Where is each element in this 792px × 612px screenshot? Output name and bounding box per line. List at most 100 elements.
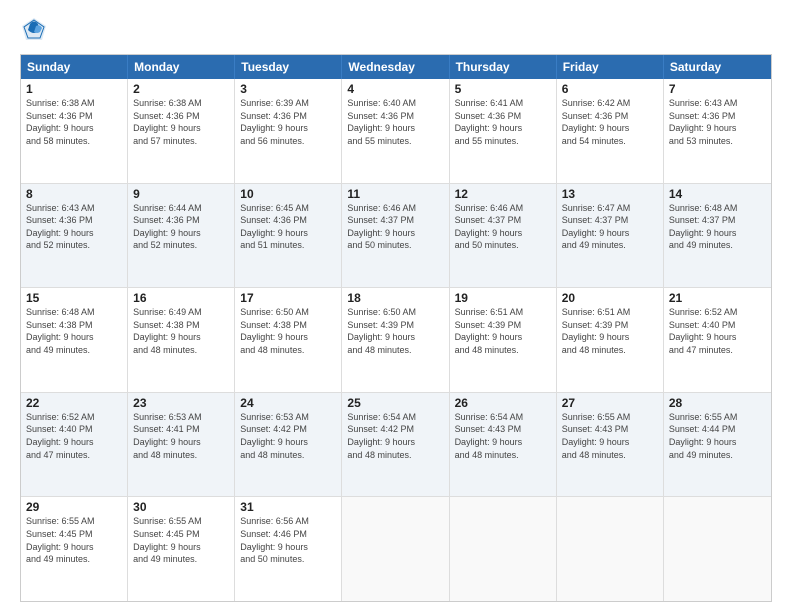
day-info: Sunrise: 6:52 AM Sunset: 4:40 PM Dayligh… <box>26 411 122 461</box>
day-info: Sunrise: 6:55 AM Sunset: 4:44 PM Dayligh… <box>669 411 766 461</box>
day-cell-2: 2Sunrise: 6:38 AM Sunset: 4:36 PM Daylig… <box>128 79 235 183</box>
day-info: Sunrise: 6:53 AM Sunset: 4:42 PM Dayligh… <box>240 411 336 461</box>
day-info: Sunrise: 6:41 AM Sunset: 4:36 PM Dayligh… <box>455 97 551 147</box>
day-cell-25: 25Sunrise: 6:54 AM Sunset: 4:42 PM Dayli… <box>342 393 449 497</box>
header-day-tuesday: Tuesday <box>235 55 342 79</box>
day-info: Sunrise: 6:54 AM Sunset: 4:42 PM Dayligh… <box>347 411 443 461</box>
day-number: 20 <box>562 291 658 305</box>
day-number: 1 <box>26 82 122 96</box>
header <box>20 16 772 44</box>
day-info: Sunrise: 6:50 AM Sunset: 4:38 PM Dayligh… <box>240 306 336 356</box>
day-info: Sunrise: 6:49 AM Sunset: 4:38 PM Dayligh… <box>133 306 229 356</box>
calendar: SundayMondayTuesdayWednesdayThursdayFrid… <box>20 54 772 602</box>
day-number: 3 <box>240 82 336 96</box>
day-number: 9 <box>133 187 229 201</box>
calendar-row-3: 22Sunrise: 6:52 AM Sunset: 4:40 PM Dayli… <box>21 392 771 497</box>
day-number: 28 <box>669 396 766 410</box>
empty-cell <box>342 497 449 601</box>
day-cell-27: 27Sunrise: 6:55 AM Sunset: 4:43 PM Dayli… <box>557 393 664 497</box>
day-cell-28: 28Sunrise: 6:55 AM Sunset: 4:44 PM Dayli… <box>664 393 771 497</box>
day-cell-24: 24Sunrise: 6:53 AM Sunset: 4:42 PM Dayli… <box>235 393 342 497</box>
day-number: 4 <box>347 82 443 96</box>
day-info: Sunrise: 6:47 AM Sunset: 4:37 PM Dayligh… <box>562 202 658 252</box>
day-cell-16: 16Sunrise: 6:49 AM Sunset: 4:38 PM Dayli… <box>128 288 235 392</box>
day-cell-3: 3Sunrise: 6:39 AM Sunset: 4:36 PM Daylig… <box>235 79 342 183</box>
day-cell-7: 7Sunrise: 6:43 AM Sunset: 4:36 PM Daylig… <box>664 79 771 183</box>
day-number: 18 <box>347 291 443 305</box>
day-number: 29 <box>26 500 122 514</box>
day-number: 22 <box>26 396 122 410</box>
day-info: Sunrise: 6:54 AM Sunset: 4:43 PM Dayligh… <box>455 411 551 461</box>
day-number: 7 <box>669 82 766 96</box>
page: SundayMondayTuesdayWednesdayThursdayFrid… <box>0 0 792 612</box>
day-cell-19: 19Sunrise: 6:51 AM Sunset: 4:39 PM Dayli… <box>450 288 557 392</box>
header-day-saturday: Saturday <box>664 55 771 79</box>
day-cell-18: 18Sunrise: 6:50 AM Sunset: 4:39 PM Dayli… <box>342 288 449 392</box>
day-number: 21 <box>669 291 766 305</box>
header-day-wednesday: Wednesday <box>342 55 449 79</box>
day-info: Sunrise: 6:48 AM Sunset: 4:37 PM Dayligh… <box>669 202 766 252</box>
day-info: Sunrise: 6:42 AM Sunset: 4:36 PM Dayligh… <box>562 97 658 147</box>
day-cell-1: 1Sunrise: 6:38 AM Sunset: 4:36 PM Daylig… <box>21 79 128 183</box>
calendar-row-4: 29Sunrise: 6:55 AM Sunset: 4:45 PM Dayli… <box>21 496 771 601</box>
day-info: Sunrise: 6:45 AM Sunset: 4:36 PM Dayligh… <box>240 202 336 252</box>
calendar-row-0: 1 Sunrise: 6:38 AM Sunset: 4:36 PM Daylig… <box>21 79 771 183</box>
logo-icon <box>20 16 48 44</box>
empty-cell <box>557 497 664 601</box>
day-info: Sunrise: 6:56 AM Sunset: 4:46 PM Dayligh… <box>240 515 336 565</box>
day-info: Sunrise: 6:51 AM Sunset: 4:39 PM Dayligh… <box>562 306 658 356</box>
day-number: 31 <box>240 500 336 514</box>
day-cell-9: 9Sunrise: 6:44 AM Sunset: 4:36 PM Daylig… <box>128 184 235 288</box>
day-cell-4: 4Sunrise: 6:40 AM Sunset: 4:36 PM Daylig… <box>342 79 449 183</box>
day-cell-21: 21Sunrise: 6:52 AM Sunset: 4:40 PM Dayli… <box>664 288 771 392</box>
day-number: 30 <box>133 500 229 514</box>
header-day-sunday: Sunday <box>21 55 128 79</box>
calendar-body: 1 Sunrise: 6:38 AM Sunset: 4:36 PM Daylig… <box>21 79 771 601</box>
day-number: 17 <box>240 291 336 305</box>
day-info: Sunrise: 6:46 AM Sunset: 4:37 PM Dayligh… <box>347 202 443 252</box>
day-info: Sunrise: 6:50 AM Sunset: 4:39 PM Dayligh… <box>347 306 443 356</box>
empty-cell <box>664 497 771 601</box>
day-cell-5: 5Sunrise: 6:41 AM Sunset: 4:36 PM Daylig… <box>450 79 557 183</box>
day-info: Sunrise: 6:48 AM Sunset: 4:38 PM Dayligh… <box>26 306 122 356</box>
day-cell-29: 29Sunrise: 6:55 AM Sunset: 4:45 PM Dayli… <box>21 497 128 601</box>
day-number: 27 <box>562 396 658 410</box>
empty-cell <box>450 497 557 601</box>
day-cell-26: 26Sunrise: 6:54 AM Sunset: 4:43 PM Dayli… <box>450 393 557 497</box>
day-info: Sunrise: 6:44 AM Sunset: 4:36 PM Dayligh… <box>133 202 229 252</box>
day-cell-20: 20Sunrise: 6:51 AM Sunset: 4:39 PM Dayli… <box>557 288 664 392</box>
day-number: 2 <box>133 82 229 96</box>
day-number: 5 <box>455 82 551 96</box>
day-cell-13: 13Sunrise: 6:47 AM Sunset: 4:37 PM Dayli… <box>557 184 664 288</box>
day-cell-30: 30Sunrise: 6:55 AM Sunset: 4:45 PM Dayli… <box>128 497 235 601</box>
day-number: 10 <box>240 187 336 201</box>
day-info: Sunrise: 6:40 AM Sunset: 4:36 PM Dayligh… <box>347 97 443 147</box>
day-info: Sunrise: 6:39 AM Sunset: 4:36 PM Dayligh… <box>240 97 336 147</box>
day-number: 25 <box>347 396 443 410</box>
day-info: Sunrise: 6:51 AM Sunset: 4:39 PM Dayligh… <box>455 306 551 356</box>
day-number: 6 <box>562 82 658 96</box>
day-cell-8: 8Sunrise: 6:43 AM Sunset: 4:36 PM Daylig… <box>21 184 128 288</box>
day-info: Sunrise: 6:55 AM Sunset: 4:45 PM Dayligh… <box>26 515 122 565</box>
day-number: 8 <box>26 187 122 201</box>
day-number: 13 <box>562 187 658 201</box>
day-number: 19 <box>455 291 551 305</box>
day-info: Sunrise: 6:43 AM Sunset: 4:36 PM Dayligh… <box>669 97 766 147</box>
day-number: 11 <box>347 187 443 201</box>
calendar-row-2: 15Sunrise: 6:48 AM Sunset: 4:38 PM Dayli… <box>21 287 771 392</box>
day-cell-12: 12Sunrise: 6:46 AM Sunset: 4:37 PM Dayli… <box>450 184 557 288</box>
day-number: 23 <box>133 396 229 410</box>
day-info: Sunrise: 6:52 AM Sunset: 4:40 PM Dayligh… <box>669 306 766 356</box>
day-number: 26 <box>455 396 551 410</box>
day-cell-22: 22Sunrise: 6:52 AM Sunset: 4:40 PM Dayli… <box>21 393 128 497</box>
day-cell-31: 31Sunrise: 6:56 AM Sunset: 4:46 PM Dayli… <box>235 497 342 601</box>
calendar-row-1: 8Sunrise: 6:43 AM Sunset: 4:36 PM Daylig… <box>21 183 771 288</box>
day-info: Sunrise: 6:43 AM Sunset: 4:36 PM Dayligh… <box>26 202 122 252</box>
day-number: 24 <box>240 396 336 410</box>
day-info: Sunrise: 6:38 AM Sunset: 4:36 PM Dayligh… <box>133 97 229 147</box>
day-number: 12 <box>455 187 551 201</box>
day-cell-10: 10Sunrise: 6:45 AM Sunset: 4:36 PM Dayli… <box>235 184 342 288</box>
day-number: 14 <box>669 187 766 201</box>
header-day-monday: Monday <box>128 55 235 79</box>
day-cell-11: 11Sunrise: 6:46 AM Sunset: 4:37 PM Dayli… <box>342 184 449 288</box>
